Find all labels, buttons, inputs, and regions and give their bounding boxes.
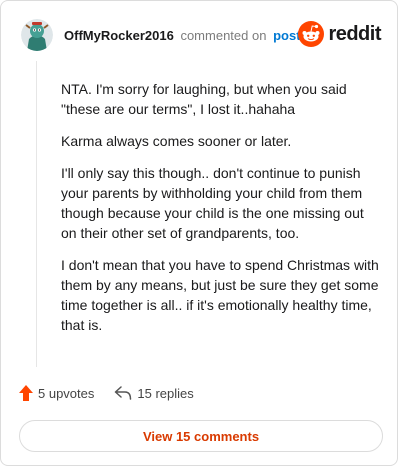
comment-paragraph: I don't mean that you have to spend Chri… [61,257,379,333]
comment-paragraph: I'll only say this though.. don't contin… [61,165,364,241]
username-link[interactable]: OffMyRocker2016 [64,28,174,43]
upvote-count: 5 upvotes [38,385,95,401]
post-link[interactable]: post [273,28,300,43]
reply-count: 15 replies [137,385,194,401]
upvote-button[interactable]: 5 upvotes [19,385,94,401]
comment-card: OffMyRocker2016 commented on post reddit… [0,0,398,466]
comment-paragraph: NTA. I'm sorry for laughing, but when yo… [61,81,347,117]
avatar-image [21,19,53,51]
reply-arrow-icon [115,386,132,400]
thread-line [36,61,37,367]
reddit-logo-icon [298,21,325,47]
user-avatar[interactable] [21,19,53,51]
comment-body: NTA. I'm sorry for laughing, but when yo… [61,79,381,347]
reddit-wordmark: reddit [328,22,381,45]
comment-meta: OffMyRocker2016 commented on post [64,28,301,43]
reddit-brand[interactable]: reddit [298,21,381,47]
upvote-arrow-icon [19,385,33,401]
comment-paragraph: Karma always comes sooner or later. [61,133,292,149]
reply-button[interactable]: 15 replies [114,385,194,401]
view-comments-button[interactable]: View 15 comments [19,420,383,452]
comment-actions: 5 upvotes 15 replies [19,385,194,401]
action-text: commented on [180,27,267,43]
